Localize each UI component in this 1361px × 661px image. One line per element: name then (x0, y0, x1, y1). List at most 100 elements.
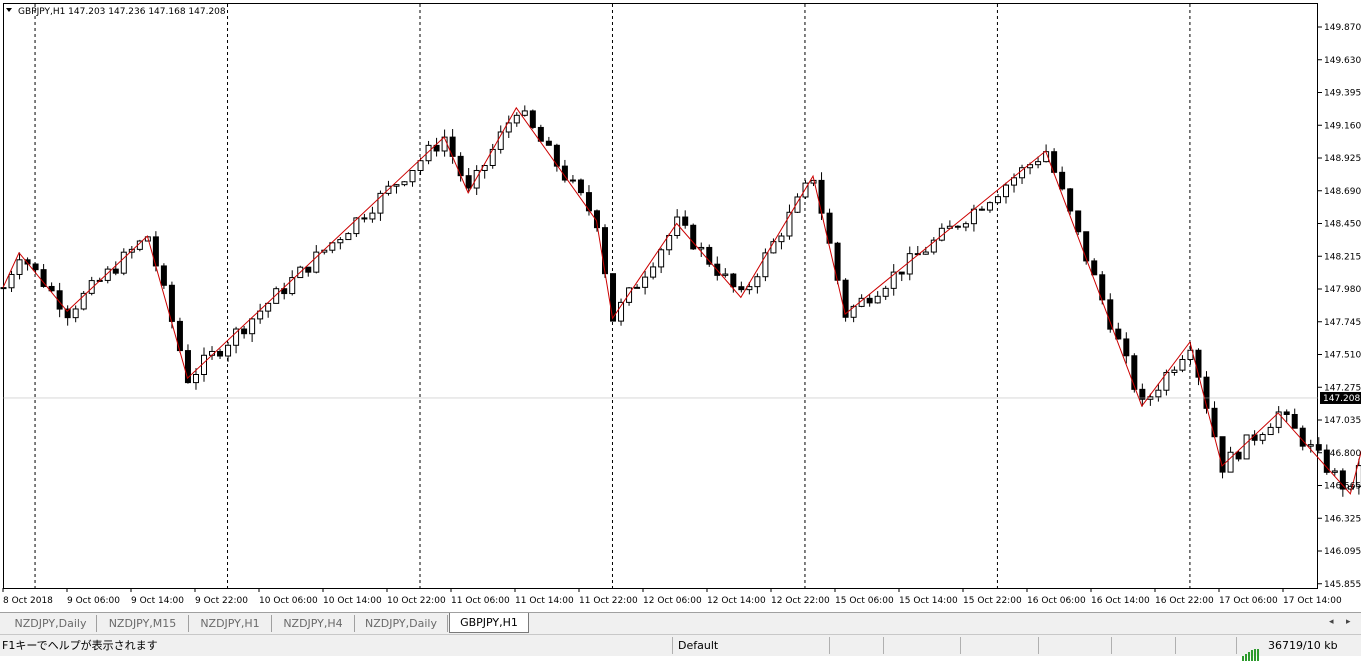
candle-body (994, 196, 1001, 204)
price-axis-label: 147.275 (1324, 383, 1361, 393)
candle-body (345, 233, 352, 241)
candle-body (1307, 444, 1314, 447)
candle-body (529, 110, 536, 128)
candle-body (393, 184, 400, 187)
candle-body (521, 110, 528, 116)
tab-scroll-left-icon[interactable]: ◂ (1329, 617, 1334, 627)
candle-body (1219, 436, 1226, 473)
candle-body (1107, 299, 1114, 330)
candle-body (217, 350, 224, 357)
candle-body (120, 251, 127, 274)
candle-body (818, 179, 825, 214)
candle-body (1235, 451, 1242, 460)
candle-body (650, 266, 657, 278)
candle-body (978, 208, 985, 211)
candle-body (225, 344, 232, 357)
price-axis-label: 146.565 (1324, 482, 1361, 492)
candle-body (1331, 470, 1338, 473)
candle-body (922, 251, 929, 255)
tab-nzdjpy-m15[interactable]: NZDJPY,M15 (97, 615, 189, 632)
candle-body (682, 216, 689, 226)
price-axis-label: 148.215 (1324, 252, 1361, 262)
time-axis-label: 11 Oct 06:00 (451, 596, 510, 606)
candle-body (1011, 177, 1018, 186)
price-axis-label: 149.870 (1324, 23, 1361, 33)
price-axis-label: 145.855 (1324, 580, 1361, 590)
status-divider (1038, 637, 1039, 654)
candle-body (1315, 444, 1322, 451)
time-axis-label: 10 Oct 14:00 (323, 596, 382, 606)
status-help-text: F1キーでヘルプが表示されます (2, 639, 158, 652)
time-axis-label: 15 Oct 06:00 (835, 596, 894, 606)
time-axis-label: 8 Oct 2018 (3, 596, 53, 606)
candle-body (369, 212, 376, 220)
time-axis-label: 16 Oct 06:00 (1027, 596, 1086, 606)
price-axis-label: 149.630 (1324, 56, 1361, 66)
candle-body (1091, 260, 1098, 276)
candle-body (866, 297, 873, 304)
status-bar: F1キーでヘルプが表示されます Default 36719/10 kb (0, 634, 1361, 661)
candle-body (906, 253, 913, 275)
candle-body (954, 225, 961, 228)
candle-body (353, 217, 360, 235)
candle-body (1299, 427, 1306, 447)
time-axis-label: 11 Oct 22:00 (579, 596, 638, 606)
candle-body (0, 287, 7, 290)
candle-body (1171, 369, 1178, 374)
status-divider (1175, 637, 1176, 654)
candle-body (457, 155, 464, 177)
price-axis-label: 148.450 (1324, 220, 1361, 230)
time-axis-label: 9 Oct 06:00 (67, 596, 120, 606)
candle-body (746, 286, 753, 291)
time-axis-label: 17 Oct 14:00 (1283, 596, 1342, 606)
candle-body (192, 373, 199, 384)
candle-body (754, 276, 761, 288)
candle-body (1067, 188, 1074, 212)
candle-body (401, 181, 408, 186)
time-axis-label: 10 Oct 22:00 (387, 596, 446, 606)
candle-body (658, 249, 665, 268)
candle-body (569, 179, 576, 182)
candle-body (698, 246, 705, 250)
tab-nzdjpy-h4[interactable]: NZDJPY,H4 (272, 615, 355, 632)
time-axis-label: 10 Oct 06:00 (259, 596, 318, 606)
candle-body (898, 271, 905, 275)
time-axis-label: 12 Oct 22:00 (771, 596, 830, 606)
candle-body (337, 239, 344, 244)
price-axis-label: 147.035 (1324, 416, 1361, 426)
tab-scroll-right-icon[interactable]: ▸ (1346, 617, 1351, 627)
time-axis-label: 12 Oct 14:00 (707, 596, 766, 606)
tab-nzdjpy-h1[interactable]: NZDJPY,H1 (189, 615, 272, 632)
chart-tab-bar: NZDJPY,Daily NZDJPY,M15 NZDJPY,H1 NZDJPY… (0, 612, 1361, 634)
price-axis-label: 148.690 (1324, 187, 1361, 197)
candle-body (1003, 184, 1009, 198)
tab-nzdjpy-daily-2[interactable]: NZDJPY,Daily (355, 615, 448, 632)
tab-nzdjpy-daily-1[interactable]: NZDJPY,Daily (5, 615, 97, 632)
candle-body (986, 202, 993, 211)
price-axis-label: 147.510 (1324, 351, 1361, 361)
status-divider (960, 637, 961, 654)
candle-body (1179, 358, 1186, 371)
candle-body (545, 140, 552, 146)
candle-body (1267, 426, 1274, 436)
price-axis-label: 146.800 (1324, 449, 1361, 459)
candle-body (32, 263, 39, 271)
price-chart[interactable]: 149.870 149.630 149.395 149.160 148.925 148.6… (0, 0, 1361, 612)
status-divider (672, 637, 673, 654)
price-axis-label: 146.095 (1324, 547, 1361, 557)
candle-body (257, 310, 264, 320)
candle-body (16, 259, 23, 275)
candle-body (1227, 451, 1234, 473)
candle-body (1243, 434, 1250, 460)
candle-body (602, 227, 608, 275)
time-axis-label: 9 Oct 22:00 (195, 596, 248, 606)
candle-body (778, 235, 785, 243)
tab-gbpjpy-h1[interactable]: GBPJPY,H1 (449, 613, 529, 633)
status-divider (1111, 637, 1112, 654)
status-profile: Default (678, 639, 719, 652)
candle-body (417, 160, 424, 172)
chart-area[interactable]: 149.870 149.630 149.395 149.160 148.925 148.6… (0, 0, 1361, 612)
candle-body (1203, 376, 1210, 409)
candle-body (513, 114, 520, 124)
candle-body (409, 170, 416, 183)
